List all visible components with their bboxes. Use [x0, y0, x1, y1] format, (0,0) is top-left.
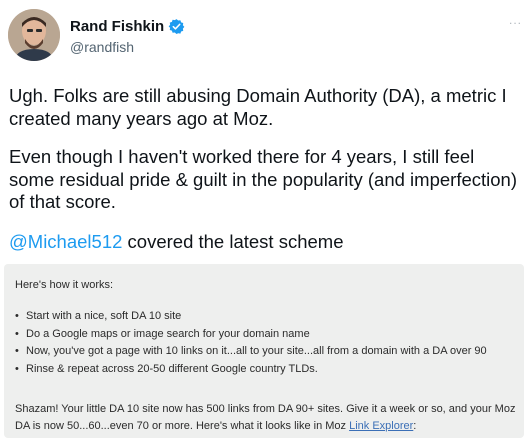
list-item: • Start with a nice, soft DA 10 site [15, 308, 487, 326]
embedded-image[interactable]: Here's how it works: • Start with a nice,… [4, 264, 524, 438]
bullet-icon: • [15, 310, 19, 322]
display-name[interactable]: Rand Fishkin [70, 18, 164, 35]
tweet-paragraph-2: Even though I haven't worked there for 4… [9, 146, 517, 212]
more-options-icon[interactable]: ... [509, 13, 522, 27]
tweet-header: Rand Fishkin @randfish ... [8, 7, 522, 63]
handle[interactable]: @randfish [70, 39, 134, 55]
bullet-icon: • [15, 327, 19, 340]
verified-badge-icon [168, 18, 185, 35]
tweet-paragraph-1: Ugh. Folks are still abusing Domain Auth… [9, 85, 507, 129]
list-item: • Do a Google maps or image search for yo… [15, 326, 487, 344]
avatar[interactable] [8, 9, 60, 61]
embed-steps-list: • Start with a nice, soft DA 10 site • Do … [15, 308, 487, 378]
embed-outro-end: : [413, 420, 417, 432]
bullet-icon: • [15, 345, 19, 357]
embed-outro-text: Shazam! Your little DA 10 site now has 5… [15, 403, 516, 432]
tweet-paragraph-3-text: covered the latest scheme [122, 231, 344, 252]
name-row: Rand Fishkin [70, 18, 185, 35]
tweet-paragraph-3: @Michael512 covered the latest scheme [9, 231, 521, 254]
link-explorer-link[interactable]: Link Explorer [349, 420, 413, 432]
list-item: • Rinse & repeat across 20-50 different G… [15, 361, 487, 379]
step-text: Now, you've got a page with 10 links on … [26, 345, 487, 357]
step-text: Rinse & repeat across 20-50 different Go… [26, 362, 318, 375]
list-item: • Now, you've got a page with 10 links on… [15, 343, 487, 361]
mention-link[interactable]: @Michael512 [9, 231, 122, 252]
bullet-icon: • [15, 362, 19, 375]
step-text: Do a Google maps or image search for you… [26, 327, 310, 340]
embed-outro: Shazam! Your little DA 10 site now has 5… [15, 401, 519, 435]
embed-intro: Here's how it works: [15, 279, 114, 291]
step-text: Start with a nice, soft DA 10 site [26, 310, 182, 322]
